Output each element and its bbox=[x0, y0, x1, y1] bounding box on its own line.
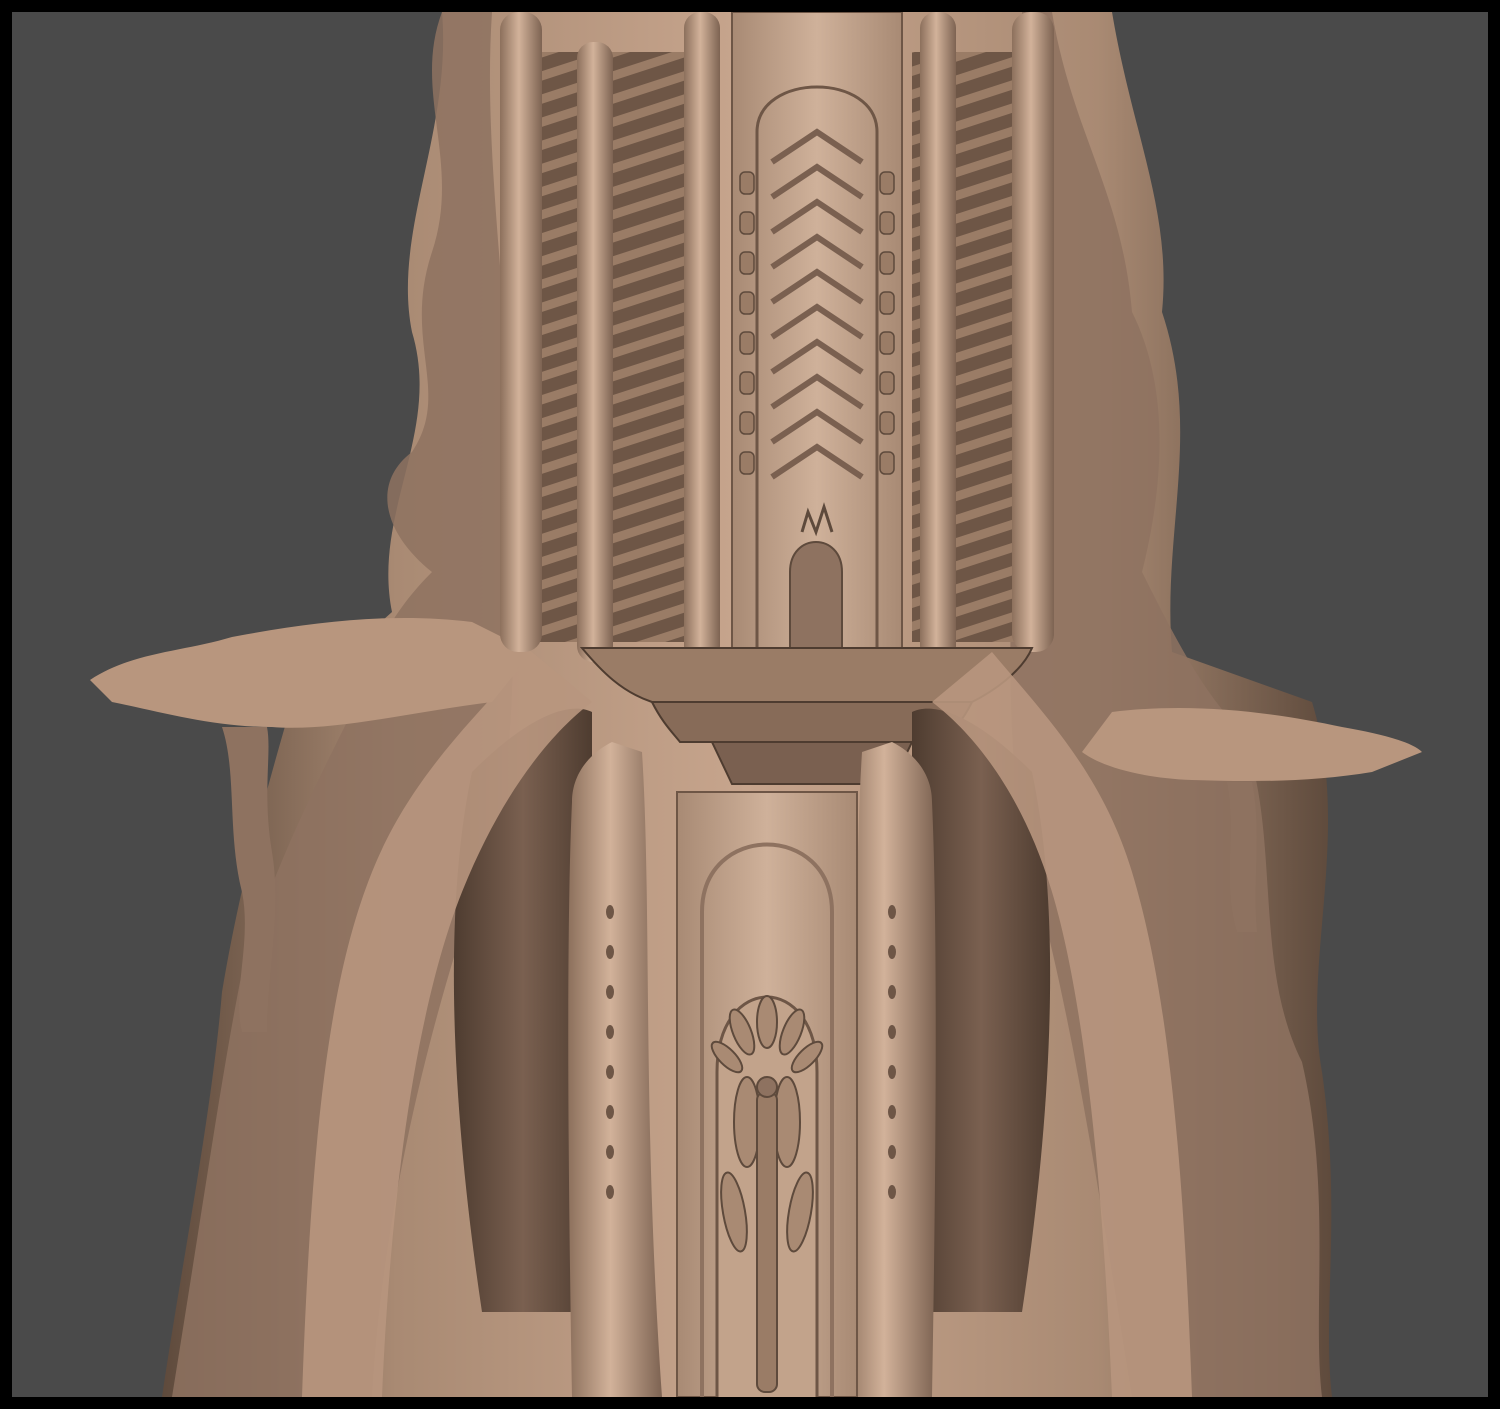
upper-column-3 bbox=[684, 12, 720, 662]
slim-door bbox=[756, 1091, 778, 1393]
viewport bbox=[12, 12, 1488, 1397]
door-medallion bbox=[756, 1076, 778, 1098]
upper-column-1 bbox=[500, 12, 542, 652]
upper-column-4 bbox=[920, 12, 956, 662]
upper-left-vault bbox=[522, 52, 712, 642]
upper-column-5 bbox=[1012, 12, 1054, 652]
image-frame bbox=[0, 0, 1500, 1409]
sculpture-render bbox=[12, 12, 1488, 1397]
upper-column-2 bbox=[577, 42, 613, 662]
